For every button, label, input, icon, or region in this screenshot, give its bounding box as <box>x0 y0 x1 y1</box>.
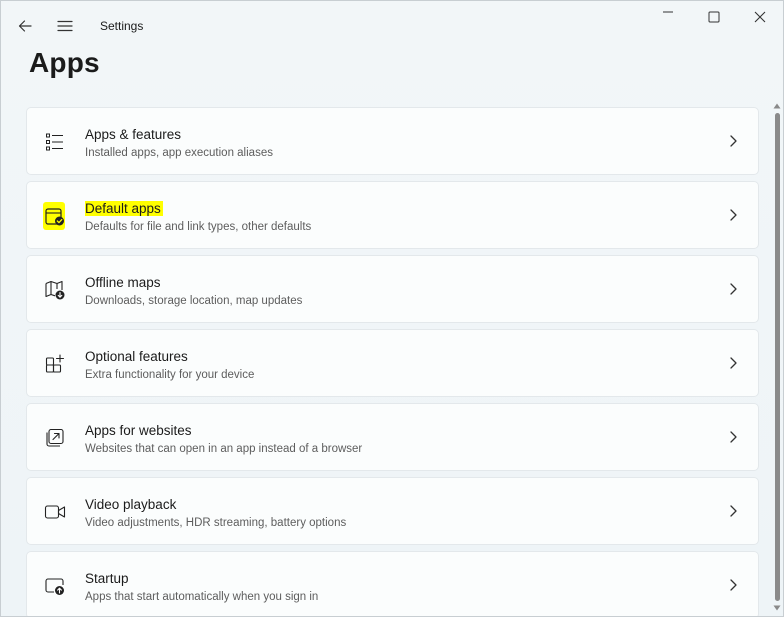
item-subtitle: Installed apps, app execution aliases <box>85 147 273 159</box>
item-title: Apps for websites <box>85 423 192 438</box>
item-title: Startup <box>85 571 129 586</box>
maximize-button[interactable] <box>691 1 737 33</box>
item-title: Offline maps <box>85 275 161 290</box>
minimize-button[interactable] <box>645 1 691 33</box>
list-icon <box>43 130 67 154</box>
item-title: Video playback <box>85 497 177 512</box>
startup-icon <box>43 574 67 598</box>
item-subtitle: Extra functionality for your device <box>85 369 255 381</box>
startup-item[interactable]: Startup Apps that start automatically wh… <box>26 551 759 616</box>
video-icon <box>43 500 67 524</box>
highlighted-text: Default apps <box>85 201 163 216</box>
back-button[interactable] <box>9 11 41 41</box>
settings-list: Apps & features Installed apps, app exec… <box>26 107 759 616</box>
optional-features-item[interactable]: Optional features Extra functionality fo… <box>26 329 759 397</box>
back-arrow-icon <box>18 20 32 32</box>
chevron-right-icon <box>730 209 737 221</box>
navigation-menu-button[interactable] <box>49 11 81 41</box>
item-subtitle: Apps that start automatically when you s… <box>85 591 319 603</box>
page-title: Apps <box>29 47 100 78</box>
app-title: Settings <box>100 19 144 33</box>
scroll-up-arrow-icon[interactable] <box>773 102 781 110</box>
chevron-right-icon <box>730 283 737 295</box>
item-subtitle: Video adjustments, HDR streaming, batter… <box>85 517 347 529</box>
video-playback-item[interactable]: Video playback Video adjustments, HDR st… <box>26 477 759 545</box>
default-apps-item[interactable]: Default apps Defaults for file and link … <box>26 181 759 249</box>
apps-and-features-item[interactable]: Apps & features Installed apps, app exec… <box>26 107 759 175</box>
item-subtitle: Defaults for file and link types, other … <box>85 221 312 233</box>
add-grid-icon <box>43 352 67 376</box>
close-button[interactable] <box>737 1 783 33</box>
chevron-right-icon <box>730 135 737 147</box>
title-bar: Settings <box>1 1 783 49</box>
open-in-app-icon <box>43 426 67 450</box>
chevron-right-icon <box>730 505 737 517</box>
item-subtitle: Websites that can open in an app instead… <box>85 443 363 455</box>
close-icon <box>754 11 766 23</box>
item-title: Apps & features <box>85 127 182 142</box>
map-download-icon <box>43 278 67 302</box>
minimize-icon <box>663 11 673 13</box>
scrollbar-thumb[interactable] <box>775 113 780 601</box>
scroll-down-arrow-icon[interactable] <box>773 604 781 612</box>
item-subtitle: Downloads, storage location, map updates <box>85 295 303 307</box>
offline-maps-item[interactable]: Offline maps Downloads, storage location… <box>26 255 759 323</box>
item-title: Optional features <box>85 349 188 364</box>
settings-window: Settings Apps Apps & features Installed … <box>0 0 784 617</box>
chevron-right-icon <box>730 357 737 369</box>
default-apps-icon <box>43 204 67 228</box>
chevron-right-icon <box>730 579 737 591</box>
hamburger-menu-icon <box>57 20 73 32</box>
chevron-right-icon <box>730 431 737 443</box>
item-title: Default apps <box>85 201 163 217</box>
apps-for-websites-item[interactable]: Apps for websites Websites that can open… <box>26 403 759 471</box>
maximize-icon <box>708 11 720 23</box>
